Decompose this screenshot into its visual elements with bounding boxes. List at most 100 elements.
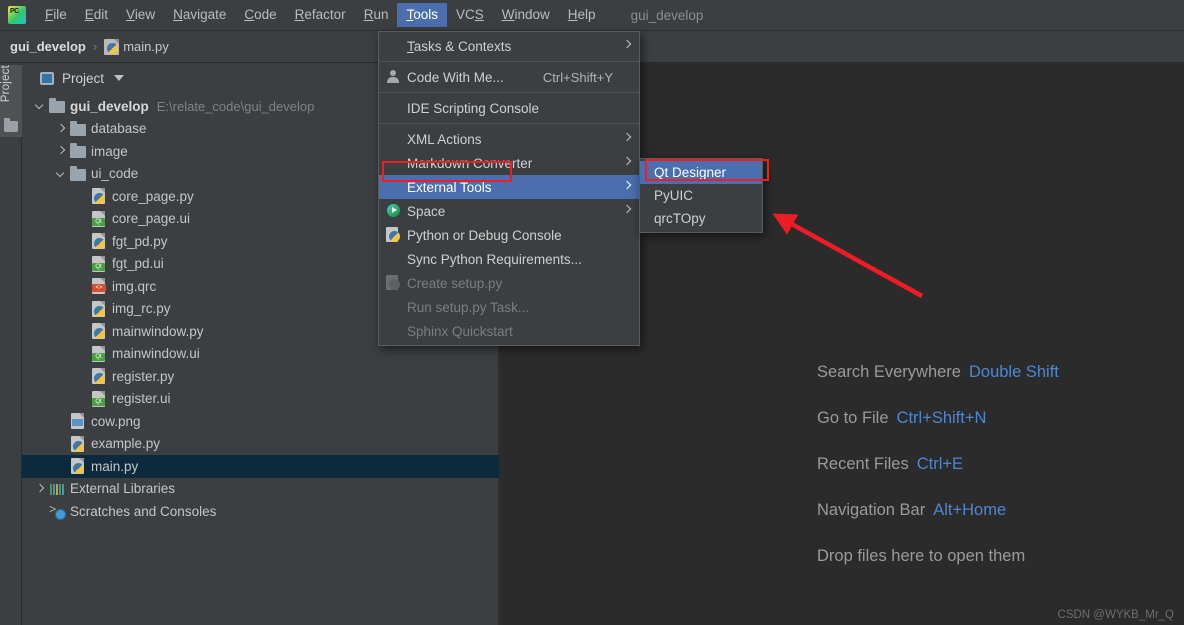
chevron-right-icon[interactable] — [55, 123, 67, 135]
space-icon — [386, 203, 402, 219]
menu-refactor[interactable]: Refactor — [286, 3, 355, 27]
tree-item[interactable]: register.py — [22, 365, 498, 388]
python-file-icon — [104, 39, 119, 55]
tools-menu-item-external-tools[interactable]: External Tools — [379, 175, 639, 199]
window-project-name: gui_develop — [631, 8, 704, 23]
chevron-down-icon[interactable] — [114, 75, 124, 81]
tree-spacer — [76, 393, 88, 405]
tree-item-label: mainwindow.ui — [112, 346, 200, 361]
python-console-icon — [386, 227, 402, 243]
editor-hint-shortcut: Ctrl+Shift+N — [897, 409, 987, 427]
editor-hint: Search Everywhere Double Shift — [817, 363, 1059, 382]
tree-item-label: core_page.py — [112, 189, 194, 204]
tree-spacer — [76, 280, 88, 292]
menu-help[interactable]: Help — [559, 3, 605, 27]
tools-menu-item-label: Space — [407, 204, 445, 219]
tools-menu-item-python-or-debug-console[interactable]: Python or Debug Console — [379, 223, 639, 247]
menu-code[interactable]: Code — [235, 3, 285, 27]
menu-vcs[interactable]: VCS — [447, 3, 493, 27]
python-file-icon — [91, 301, 107, 317]
tools-menu-item-label: Sync Python Requirements... — [407, 252, 582, 267]
external-tools-item-label: qrcTOpy — [654, 211, 706, 226]
breadcrumb-project[interactable]: gui_develop — [10, 39, 86, 54]
tools-menu-item-sync-python-requirements[interactable]: Sync Python Requirements... — [379, 247, 639, 271]
chevron-down-icon[interactable] — [55, 168, 67, 180]
tools-menu-item-run-setup-py-task: Run setup.py Task... — [379, 295, 639, 319]
tools-menu-item-label: IDE Scripting Console — [407, 101, 539, 116]
tree-item-label: example.py — [91, 436, 160, 451]
tree-item[interactable]: Scratches and Consoles — [22, 500, 498, 523]
folder-icon — [70, 124, 86, 136]
setup-py-icon — [386, 275, 402, 291]
tree-item[interactable]: example.py — [22, 433, 498, 456]
editor-hint-list: Search EverywhereDouble ShiftGo to FileC… — [817, 363, 1059, 593]
menu-edit[interactable]: Edit — [76, 3, 117, 27]
tree-item[interactable]: cow.png — [22, 410, 498, 433]
tree-item-label: ui_code — [91, 166, 138, 181]
menu-tools[interactable]: Tools — [397, 3, 447, 27]
editor-hint-action: Search Everywhere — [817, 363, 961, 381]
python-file-icon — [91, 188, 107, 204]
editor-hint-shortcut: Ctrl+E — [917, 455, 963, 473]
tools-menu-item-space[interactable]: Space — [379, 199, 639, 223]
tools-menu-item-xml-actions[interactable]: XML Actions — [379, 127, 639, 151]
left-tool-strip: Project — [0, 63, 22, 625]
tree-item[interactable]: Qt register.ui — [22, 388, 498, 411]
menu-bar: FileEditViewNavigateCodeRefactorRunTools… — [0, 0, 1184, 31]
folder-icon[interactable] — [4, 121, 18, 132]
menu-navigate[interactable]: Navigate — [164, 3, 235, 27]
tools-menu-item-ide-scripting-console[interactable]: IDE Scripting Console — [379, 96, 639, 120]
chevron-right-icon — [623, 40, 631, 48]
editor-hint-shortcut: Double Shift — [969, 363, 1059, 381]
tools-menu-item-tasks-contexts[interactable]: Tasks & Contexts — [379, 34, 639, 58]
tools-menu-item-code-with-me[interactable]: Code With Me... Ctrl+Shift+Y — [379, 65, 639, 89]
project-view-icon — [40, 72, 54, 85]
tools-menu-item-label: Code With Me... — [407, 70, 504, 85]
tools-menu-item-markdown-converter[interactable]: Markdown Converter — [379, 151, 639, 175]
tree-item-label: Scratches and Consoles — [70, 504, 216, 519]
qt-ui-file-icon: Qt — [91, 391, 107, 407]
chevron-right-icon — [623, 133, 631, 141]
chevron-right-icon[interactable] — [34, 483, 46, 495]
external-tools-item-label: PyUIC — [654, 188, 693, 203]
tools-menu-popup: Tasks & Contexts Code With Me... Ctrl+Shif… — [378, 31, 640, 346]
tree-spacer — [76, 348, 88, 360]
tree-spacer — [76, 213, 88, 225]
python-file-icon — [91, 233, 107, 249]
libraries-icon — [49, 481, 65, 497]
qt-ui-file-icon: Qt — [91, 346, 107, 362]
folder-icon — [70, 169, 86, 181]
menu-window[interactable]: Window — [493, 3, 559, 27]
tree-spacer — [76, 235, 88, 247]
tree-item-label: fgt_pd.py — [112, 234, 168, 249]
menu-view[interactable]: View — [117, 3, 164, 27]
editor-hint-action: Recent Files — [817, 455, 909, 473]
tree-item[interactable]: main.py — [22, 455, 499, 478]
chevron-down-icon[interactable] — [34, 100, 46, 112]
editor-hint-shortcut: Alt+Home — [933, 501, 1006, 519]
external-tools-item-qrctopy[interactable]: qrcTOpy — [640, 207, 762, 230]
tools-menu-item-shortcut: Ctrl+Shift+Y — [543, 70, 613, 85]
editor-hint: Recent Files Ctrl+E — [817, 455, 1059, 474]
chevron-right-icon[interactable] — [55, 145, 67, 157]
chevron-right-icon — [623, 205, 631, 213]
external-tools-item-label: Qt Designer — [654, 165, 726, 180]
tree-item-label: register.py — [112, 369, 174, 384]
breadcrumb-file[interactable]: main.py — [123, 39, 169, 54]
tools-menu-item-label: Tasks & Contexts — [407, 39, 511, 54]
qt-ui-file-icon: Qt — [91, 256, 107, 272]
tools-menu-item-label: XML Actions — [407, 132, 482, 147]
tree-item[interactable]: External Libraries — [22, 478, 498, 501]
scratches-icon — [49, 503, 65, 519]
tree-item-label: register.ui — [112, 391, 171, 406]
menu-run[interactable]: Run — [355, 3, 398, 27]
external-tools-item-qt-designer[interactable]: Qt Designer — [640, 161, 762, 184]
external-tools-item-pyuic[interactable]: PyUIC — [640, 184, 762, 207]
qrc-file-icon: <> — [91, 278, 107, 294]
python-file-icon — [70, 436, 86, 452]
menu-separator — [379, 123, 639, 124]
menu-file[interactable]: File — [36, 3, 76, 27]
tree-item-label: img_rc.py — [112, 301, 171, 316]
tools-menu-item-label: Run setup.py Task... — [407, 300, 529, 315]
tools-menu-item-sphinx-quickstart: Sphinx Quickstart — [379, 319, 639, 343]
